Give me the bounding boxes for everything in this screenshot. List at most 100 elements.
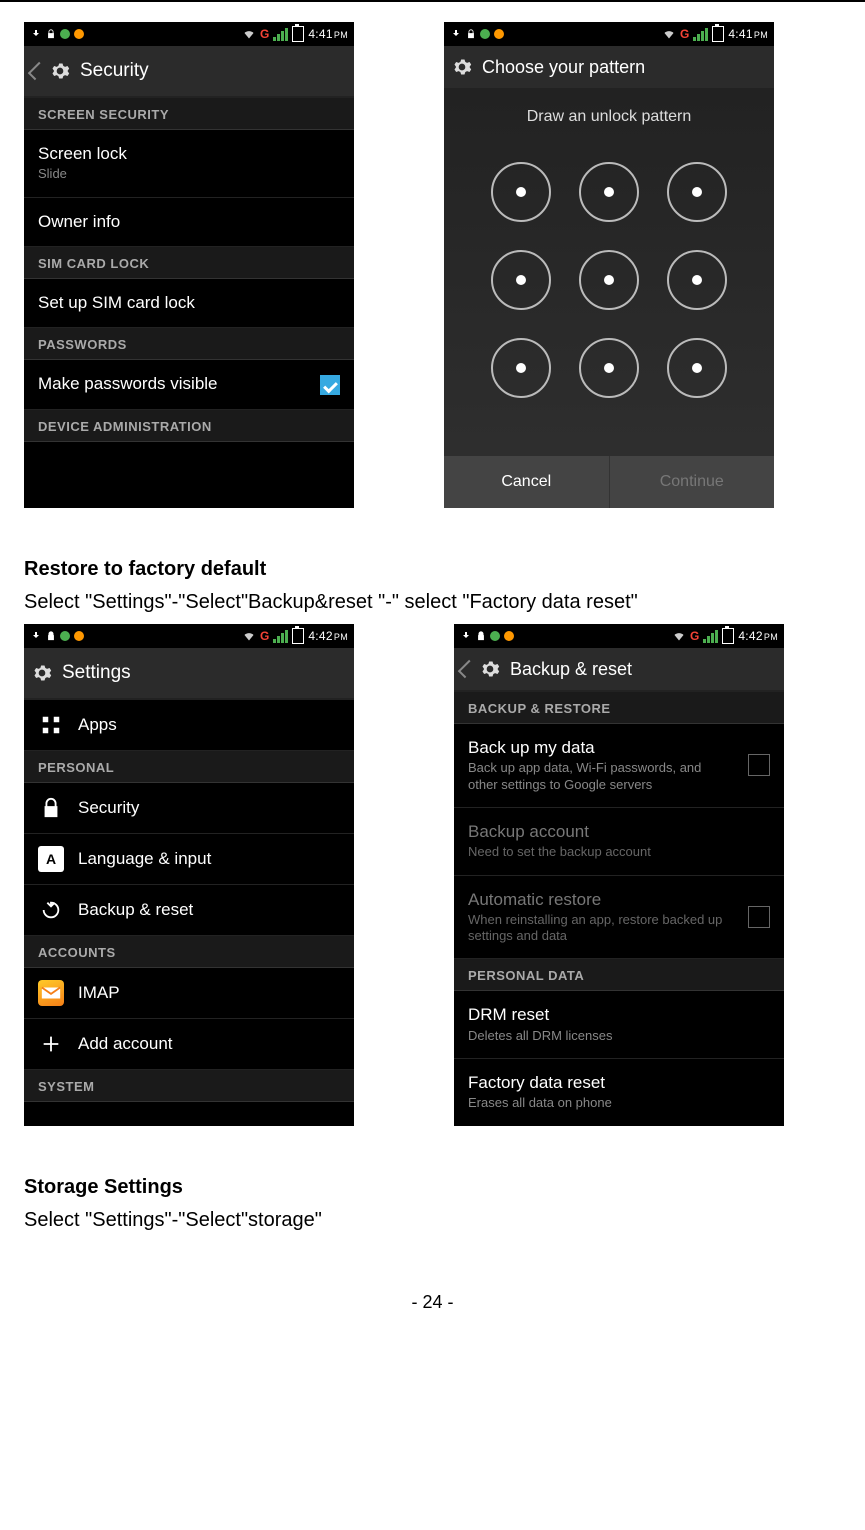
item-title: Set up SIM card lock (38, 293, 340, 313)
item-owner-info[interactable]: Owner info (24, 198, 354, 247)
continue-button: Continue (610, 456, 775, 508)
pattern-dot[interactable] (579, 338, 639, 398)
pattern-dot[interactable] (579, 162, 639, 222)
pattern-dot[interactable] (491, 162, 551, 222)
wifi-icon (242, 28, 256, 40)
checkbox-checked-icon[interactable] (320, 375, 340, 395)
doc-heading-restore: Restore to factory default (24, 558, 841, 581)
item-backup-account: Backup account Need to set the backup ac… (454, 808, 784, 876)
sync-icon (74, 631, 84, 641)
lock-icon (46, 630, 56, 642)
page-title: Settings (62, 662, 131, 684)
item-setup-sim-lock[interactable]: Set up SIM card lock (24, 279, 354, 328)
item-add-account[interactable]: Add account (24, 1019, 354, 1070)
item-security[interactable]: Security (24, 783, 354, 834)
status-bar: G 4:42PM (454, 624, 784, 648)
sync-icon (60, 29, 70, 39)
screenshot-backup-reset: G 4:42PM Backup & reset BACKUP & RESTORE… (454, 624, 784, 1126)
item-subtitle: When reinstalling an app, restore backed… (468, 912, 734, 945)
lock-icon (466, 28, 476, 40)
title-bar[interactable]: Security (24, 46, 354, 98)
item-language-input[interactable]: A Language & input (24, 834, 354, 885)
pattern-dot[interactable] (491, 338, 551, 398)
item-back-up-my-data[interactable]: Back up my data Back up app data, Wi-Fi … (454, 724, 784, 808)
button-label: Cancel (501, 473, 551, 491)
item-subtitle: Deletes all DRM licenses (468, 1028, 770, 1044)
pattern-grid[interactable] (485, 156, 733, 404)
checkbox-unchecked-icon (748, 906, 770, 928)
pattern-dot[interactable] (667, 250, 727, 310)
status-bar: G 4:41PM (444, 22, 774, 46)
battery-icon (722, 628, 734, 644)
signal-bars-icon (273, 28, 288, 41)
wifi-icon (242, 630, 256, 642)
item-title: Back up my data (468, 738, 734, 758)
title-bar: Choose your pattern (444, 46, 774, 90)
item-title: Make passwords visible (38, 374, 306, 394)
pattern-dot[interactable] (579, 250, 639, 310)
sync-icon (494, 29, 504, 39)
gear-icon (480, 659, 500, 679)
doc-text-storage: Select "Settings"-"Select"storage" (24, 1209, 841, 1232)
section-header: PASSWORDS (24, 328, 354, 360)
cancel-button[interactable]: Cancel (444, 456, 610, 508)
download-icon (450, 28, 462, 40)
status-time: 4:42PM (738, 629, 778, 643)
doc-text-restore: Select "Settings"-"Select"Backup&reset "… (24, 591, 841, 614)
item-title: Owner info (38, 212, 340, 232)
sync-icon (480, 29, 490, 39)
page-title: Choose your pattern (482, 57, 645, 78)
sync-icon (60, 631, 70, 641)
section-header: SYSTEM (24, 1070, 354, 1102)
pattern-caption: Draw an unlock pattern (444, 90, 774, 136)
mail-icon (38, 980, 64, 1006)
sync-icon (74, 29, 84, 39)
status-time: 4:42PM (308, 629, 348, 643)
lock-icon (476, 630, 486, 642)
section-header: DEVICE ADMINISTRATION (24, 410, 354, 442)
item-title: Backup account (468, 822, 770, 842)
item-title: Screen lock (38, 144, 340, 164)
page-title: Backup & reset (510, 659, 632, 680)
battery-icon (292, 26, 304, 42)
battery-icon (712, 26, 724, 42)
item-title: Add account (78, 1034, 173, 1054)
item-drm-reset[interactable]: DRM reset Deletes all DRM licenses (454, 991, 784, 1059)
status-bar: G 4:42PM (24, 624, 354, 648)
screenshot-choose-pattern: G 4:41PM Choose your pattern Draw an unl… (444, 22, 774, 508)
document-page: G 4:41PM Security SCREEN SECURITY Screen… (0, 0, 865, 1333)
pattern-dot[interactable] (491, 250, 551, 310)
network-g-icon: G (260, 27, 269, 41)
item-apps[interactable]: Apps (24, 700, 354, 751)
pattern-dot[interactable] (667, 338, 727, 398)
item-backup-reset[interactable]: Backup & reset (24, 885, 354, 936)
item-subtitle: Slide (38, 166, 340, 182)
section-header: SCREEN SECURITY (24, 98, 354, 130)
wifi-icon (662, 28, 676, 40)
network-g-icon: G (680, 27, 689, 41)
title-bar[interactable]: Backup & reset (454, 648, 784, 692)
back-icon (458, 660, 476, 678)
gear-icon (50, 61, 70, 81)
plus-icon (38, 1031, 64, 1057)
lock-icon (38, 795, 64, 821)
gear-icon (452, 57, 472, 77)
gear-icon (32, 663, 52, 683)
item-imap[interactable]: IMAP (24, 968, 354, 1019)
doc-heading-storage: Storage Settings (24, 1176, 841, 1199)
item-title: Backup & reset (78, 900, 193, 920)
item-factory-data-reset[interactable]: Factory data reset Erases all data on ph… (454, 1059, 784, 1126)
item-automatic-restore: Automatic restore When reinstalling an a… (454, 876, 784, 960)
page-number: - 24 - (24, 1292, 841, 1313)
section-header: PERSONAL (24, 751, 354, 783)
apps-icon (38, 712, 64, 738)
checkbox-unchecked-icon[interactable] (748, 754, 770, 776)
sync-icon (490, 631, 500, 641)
section-header: ACCOUNTS (24, 936, 354, 968)
screenshot-row-1: G 4:41PM Security SCREEN SECURITY Screen… (24, 22, 841, 508)
section-header: BACKUP & RESTORE (454, 692, 784, 724)
pattern-dot[interactable] (667, 162, 727, 222)
item-screen-lock[interactable]: Screen lock Slide (24, 130, 354, 198)
back-icon (28, 62, 46, 80)
item-make-passwords-visible[interactable]: Make passwords visible (24, 360, 354, 409)
